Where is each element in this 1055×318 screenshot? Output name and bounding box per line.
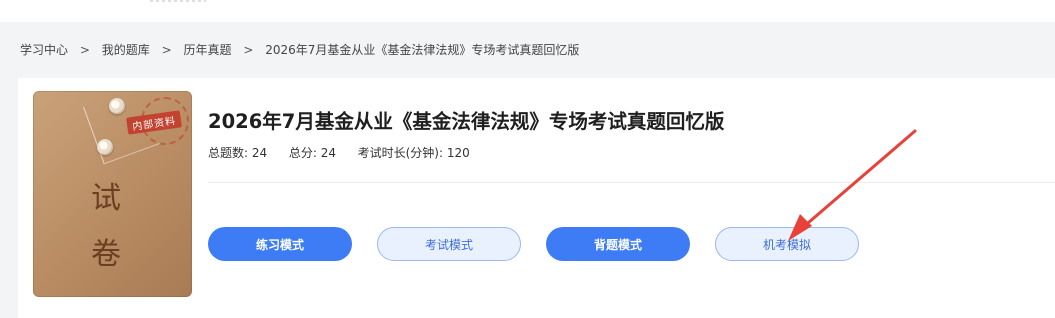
breadcrumb-item-my-question-bank[interactable]: 我的题库 — [102, 43, 150, 57]
duration-value: 120 — [446, 146, 470, 160]
top-navigation-bar — [0, 0, 1055, 22]
cover-char-shi: 试 — [91, 181, 121, 216]
breadcrumb-separator: > — [161, 43, 172, 57]
recite-mode-button[interactable]: 背题模式 — [546, 227, 690, 261]
breadcrumb-separator: > — [79, 43, 90, 57]
exam-cover-image: 内部资料 试 卷 — [33, 91, 192, 297]
exam-mode-button[interactable]: 考试模式 — [377, 227, 521, 261]
breadcrumb-separator: > — [243, 43, 254, 57]
duration-label: 考试时长(分钟): — [357, 146, 444, 160]
total-questions-label: 总题数: — [208, 146, 249, 160]
envelope-button-top — [109, 98, 125, 114]
divider — [208, 182, 1055, 183]
total-score-label: 总分: — [288, 146, 317, 160]
exam-card: 内部资料 试 卷 2026年7月基金从业《基金法律法规》专场考试真题回忆版 总题… — [18, 78, 1055, 318]
page-title: 2026年7月基金从业《基金法律法规》专场考试真题回忆版 — [208, 110, 725, 134]
breadcrumb-item-past-exams[interactable]: 历年真题 — [183, 43, 231, 57]
breadcrumb-item-study-center[interactable]: 学习中心 — [20, 43, 68, 57]
cover-char-juan: 卷 — [91, 237, 121, 272]
computer-mock-exam-button[interactable]: 机考模拟 — [715, 227, 859, 261]
breadcrumb-current: 2026年7月基金从业《基金法律法规》专场考试真题回忆版 — [265, 43, 580, 57]
envelope-button-bottom — [97, 139, 113, 155]
breadcrumb: 学习中心 > 我的题库 > 历年真题 > 2026年7月基金从业《基金法律法规》… — [20, 41, 579, 58]
total-questions-value: 24 — [251, 146, 268, 160]
practice-mode-button[interactable]: 练习模式 — [208, 227, 352, 261]
total-score-value: 24 — [320, 146, 336, 160]
exam-meta: 总题数: 24 总分: 24 考试时长(分钟): 120 — [208, 144, 470, 161]
site-logo-fragment — [150, 0, 206, 2]
